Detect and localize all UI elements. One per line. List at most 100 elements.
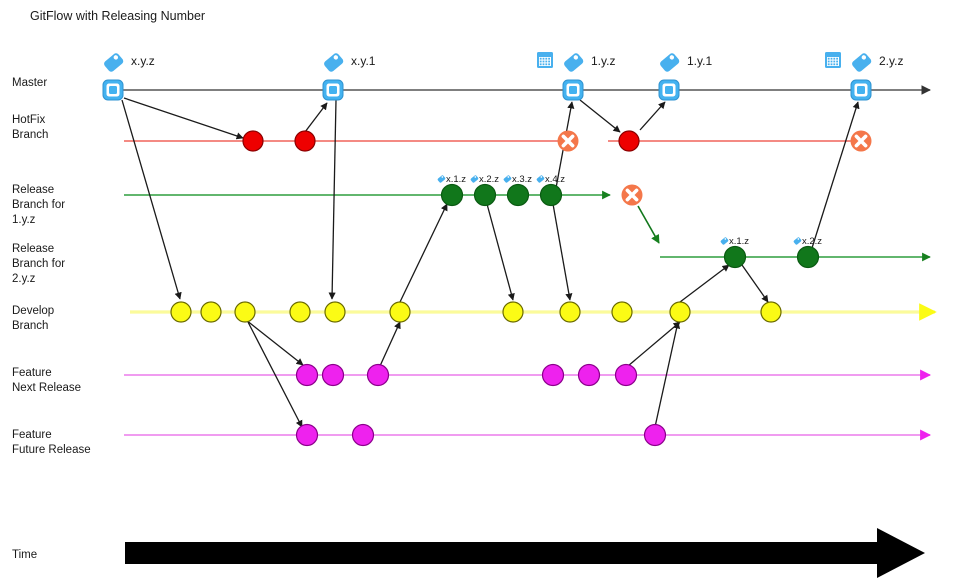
calendar-cell [827,57,830,60]
calendar-cell [830,57,833,60]
calendar-cell [827,60,830,63]
release2-to-develop-arrow [741,264,769,303]
develop-commit-node[interactable] [200,301,222,323]
master-node-inner [329,86,337,94]
calendar-cell [539,60,542,63]
tag-markers: x.y.z x.y.1 1.y.z 1.y.1 2.y.z x.1.z x.2.z x.3.z… [104,52,903,247]
diagram-canvas: GitFlow with Releasing Number Master Hot… [12,9,937,578]
hotfix-commit-node[interactable] [294,130,316,152]
release1-commit-node[interactable] [539,183,563,207]
tag-icon [324,53,344,72]
calendar-cell [548,60,550,63]
develop-to-release2-arrow [679,264,730,303]
page-title: GitFlow with Releasing Number [30,9,205,23]
hotfix-commit-node[interactable] [618,130,640,152]
calendar-cell [545,57,548,60]
develop-commit-node[interactable] [389,301,411,323]
hotfix-to-master-2-arrow [639,101,666,131]
row-label-time: Time [12,549,37,561]
master-to-hotfix-arrow [123,97,244,140]
small-tag-body [720,237,729,245]
tag-body [852,53,872,72]
calendar-cell [542,63,545,66]
feature-future-commit-node[interactable] [351,423,375,447]
master-node-inner [569,86,577,94]
calendar-cell [539,57,542,60]
branch-lines [113,85,937,578]
row-label-release2-line1: Release [12,243,54,255]
develop-commit-node[interactable] [502,301,524,323]
row-label-feature-next-line2: Next Release [12,382,81,394]
row-label-feature-future-line2: Future Release [12,444,91,456]
release1-to-develop-2-arrow [552,203,573,301]
row-label-feature-future-line1: Feature [12,429,52,441]
feature-next-commit-node[interactable] [321,363,345,387]
branch-end-icon[interactable] [621,184,643,206]
small-tag-body [437,175,446,183]
feature-next-commit-node[interactable] [541,363,565,387]
branch-end-icon[interactable] [557,130,579,152]
release2-commit-node[interactable] [796,245,820,269]
small-tag-body [793,237,802,245]
row-label-release1-line1: Release [12,184,54,196]
hotfix-to-master-1-arrow [304,102,328,133]
release1-commit-node[interactable] [440,183,464,207]
release2-commit-node[interactable] [723,245,747,269]
gitflow-diagram: GitFlow with Releasing Number Master Hot… [0,0,970,588]
feature-future-commit-node[interactable] [643,423,667,447]
release1-commit-node[interactable] [506,183,530,207]
release1-to-release2-arrow [637,205,660,244]
release1-commit-node[interactable] [473,183,497,207]
develop-commit-node[interactable] [669,301,691,323]
develop-commit-node[interactable] [611,301,633,323]
calendar-cell [542,60,545,63]
develop-commit-node[interactable] [760,301,782,323]
feature-next-commit-node[interactable] [614,363,638,387]
time-arrow-head [877,528,925,578]
small-tag-icon [503,175,512,183]
release1-commit-tag-label: x.3.z [512,174,532,185]
calendar-cell [545,63,548,66]
feature-next-commit-node[interactable] [577,363,601,387]
tag-body [104,53,124,72]
feature-next-to-develop-1-arrow [379,321,401,367]
branch-end-icon[interactable] [850,130,872,152]
small-tag-body [536,175,545,183]
calendar-cell [548,57,550,60]
develop-commit-node[interactable] [289,301,311,323]
feature-next-commit-node[interactable] [366,363,390,387]
develop-commit-node[interactable] [234,301,256,323]
small-tag-icon [720,237,729,245]
master-node-icon[interactable] [562,79,584,101]
master-node-icon[interactable] [102,79,124,101]
small-tag-icon [793,237,802,245]
flow-arrows [121,97,860,428]
calendar-cell [539,63,542,66]
master-node-inner [665,86,673,94]
feature-future-commit-node[interactable] [295,423,319,447]
commit-nodes [102,79,872,447]
row-label-master: Master [12,77,47,89]
master-node-icon[interactable] [658,79,680,101]
develop-to-feature-next-1-arrow [245,319,304,366]
develop-commit-node[interactable] [170,301,192,323]
row-label-hotfix-line1: HotFix [12,114,45,126]
master-node-icon[interactable] [322,79,344,101]
calendar-cell [833,57,836,60]
row-label-hotfix-line2: Branch [12,129,48,141]
feature-next-commit-node[interactable] [295,363,319,387]
master-node-icon[interactable] [850,79,872,101]
develop-commit-node[interactable] [559,301,581,323]
row-label-feature-next-line1: Feature [12,367,52,379]
master-tag-label: x.y.1 [351,54,376,68]
tag-icon [564,53,584,72]
small-tag-icon [437,175,446,183]
release2-commit-tag-label: x.1.z [729,236,749,247]
calendar-cell [833,63,836,66]
row-labels: Master HotFix Branch Release Branch for … [12,77,91,561]
release2-to-master-arrow [811,101,860,249]
calendar-cell [542,57,545,60]
calendar-cell [827,63,830,66]
develop-commit-node[interactable] [324,301,346,323]
hotfix-commit-node[interactable] [242,130,264,152]
